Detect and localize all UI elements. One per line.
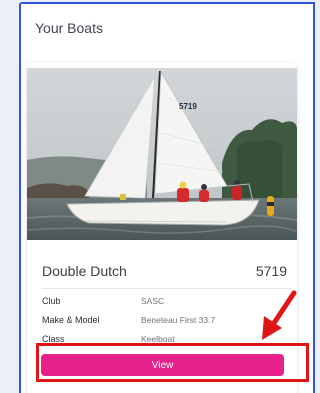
spec-label-make-model: Make & Model [42,315,100,325]
annotation-highlight-box [36,343,309,382]
divider [42,288,292,289]
annotation-arrow-icon [262,290,297,340]
sail-number-text: 5719 [179,102,197,111]
panel-title: Your Boats [35,20,103,36]
boat-photo: 5719 [27,68,297,240]
boat-name: Double Dutch [42,263,127,279]
spec-value-club: SASC [141,296,165,306]
spec-value-make-model: Beneteau First 33.7 [141,315,216,325]
sail-number: 5719 [255,263,287,279]
spec-label-club: Club [42,296,61,306]
